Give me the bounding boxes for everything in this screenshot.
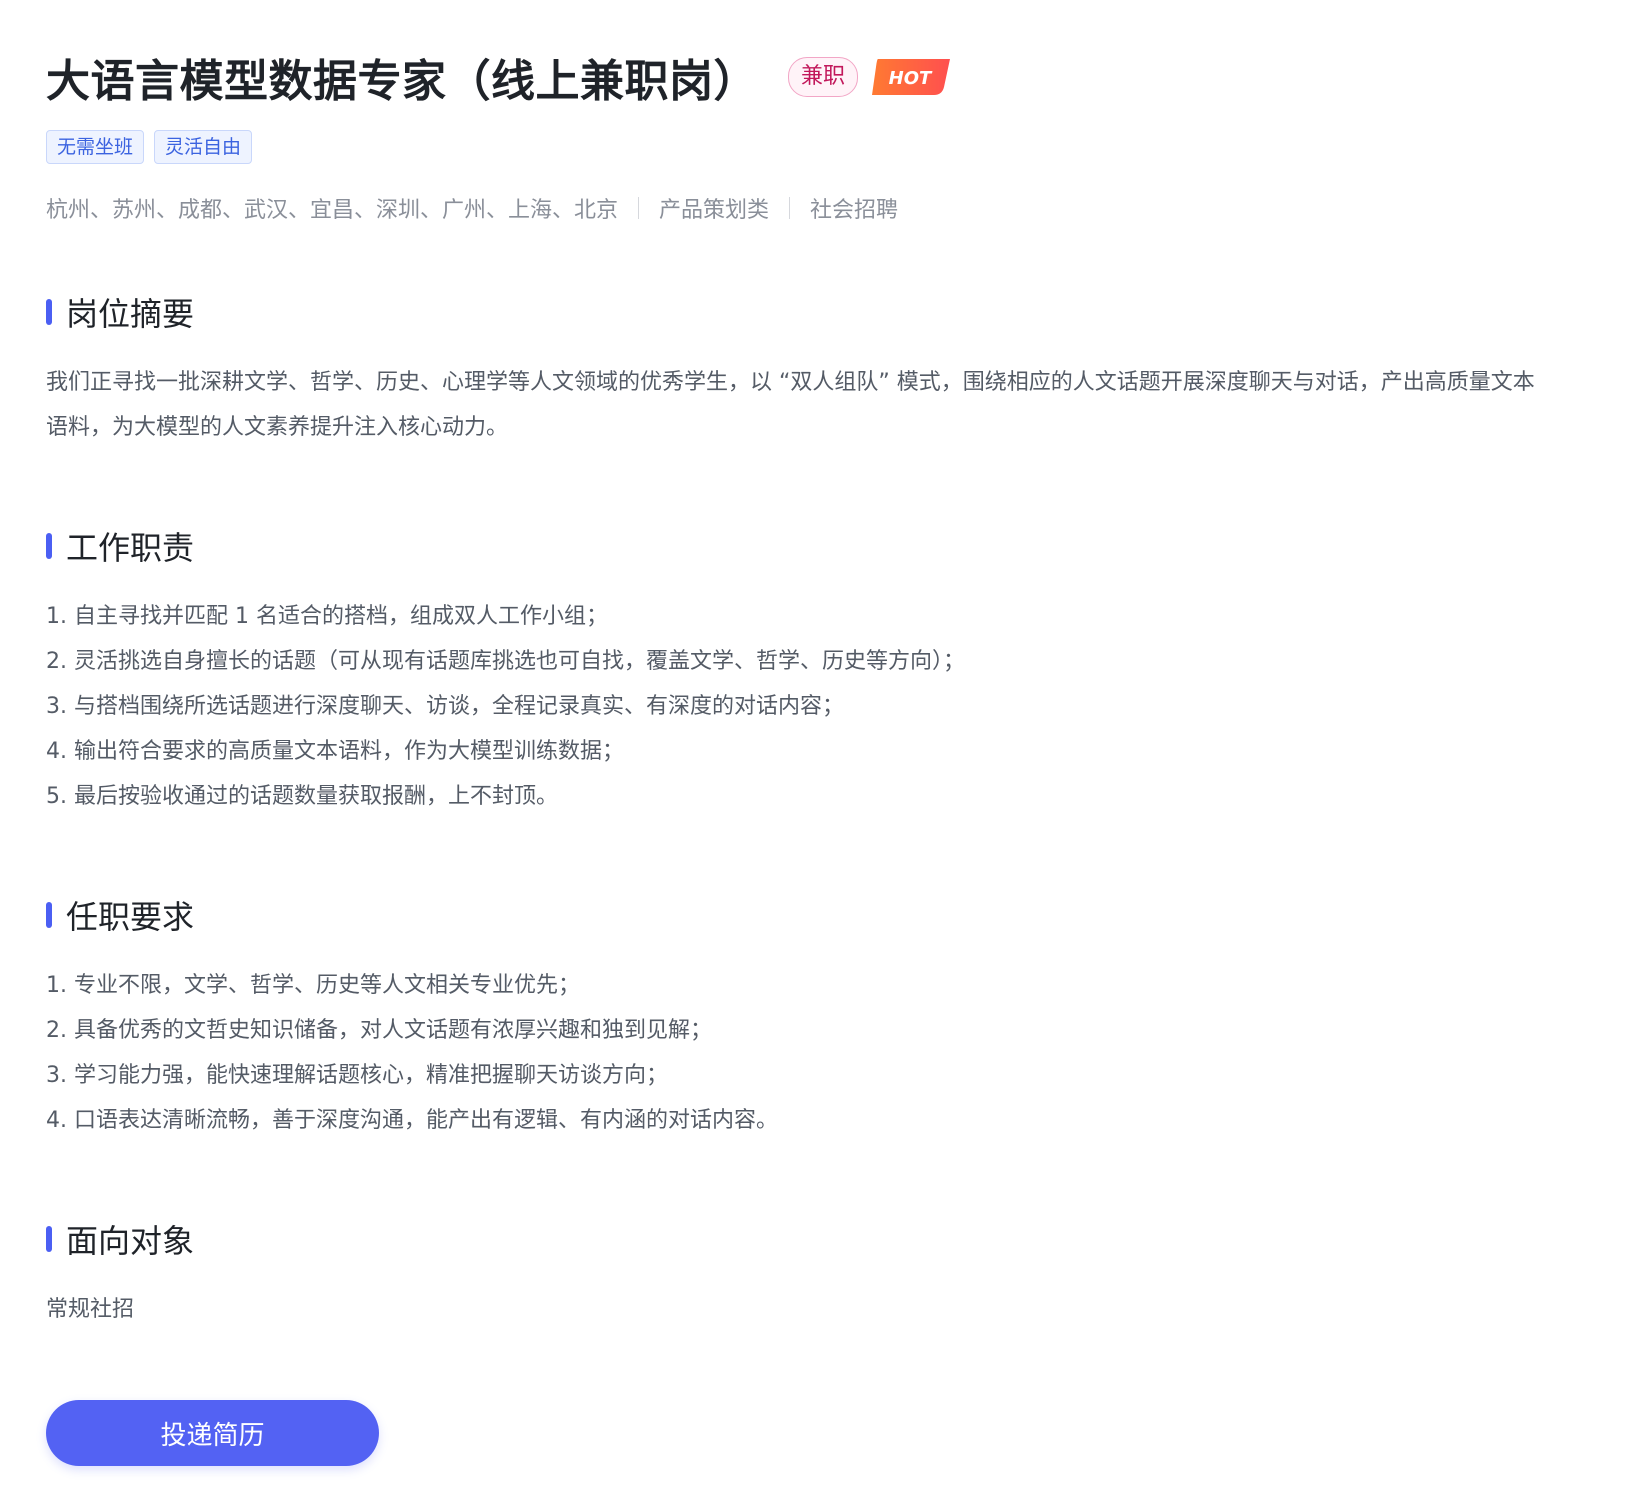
- duties-list: 1. 自主寻找并匹配 1 名适合的搭档，组成双人工作小组； 2. 灵活挑选自身擅…: [46, 594, 1556, 819]
- audience-text: 常规社招: [46, 1297, 135, 1322]
- meta-divider: [638, 197, 640, 219]
- job-detail-page: 大语言模型数据专家（线上兼职岗） 兼职 HOT 无需坐班 灵活自由 杭州、苏州、…: [0, 0, 1581, 1466]
- section-accent-bar: [46, 299, 52, 325]
- section-title: 岗位摘要: [66, 295, 195, 333]
- requirements-list: 1. 专业不限，文学、哲学、历史等人文相关专业优先； 2. 具备优秀的文哲史知识…: [46, 963, 1556, 1143]
- tags-row: 无需坐班 灵活自由: [46, 130, 1581, 164]
- hot-badge-label: HOT: [889, 68, 933, 89]
- parttime-badge: 兼职: [788, 57, 859, 97]
- section-summary: 岗位摘要 我们正寻找一批深耕文学、哲学、历史、心理学等人文领域的优秀学生，以 “…: [46, 290, 1581, 450]
- section-duties: 工作职责 1. 自主寻找并匹配 1 名适合的搭档，组成双人工作小组； 2. 灵活…: [46, 524, 1581, 819]
- tag-flexible: 灵活自由: [154, 130, 253, 164]
- meta-divider: [789, 197, 791, 219]
- section-heading: 任职要求: [46, 893, 1581, 937]
- section-heading: 岗位摘要: [46, 290, 1581, 334]
- tag-no-office: 无需坐班: [46, 130, 145, 164]
- job-meta: 杭州、苏州、成都、武汉、宜昌、深圳、广州、上海、北京 产品策划类 社会招聘: [46, 192, 1581, 224]
- hot-badge: HOT: [872, 59, 951, 95]
- apply-resume-button[interactable]: 投递简历: [46, 1400, 379, 1466]
- section-accent-bar: [46, 1226, 52, 1252]
- section-accent-bar: [46, 533, 52, 559]
- job-locations: 杭州、苏州、成都、武汉、宜昌、深圳、广州、上海、北京: [46, 198, 619, 223]
- section-requirements: 任职要求 1. 专业不限，文学、哲学、历史等人文相关专业优先； 2. 具备优秀的…: [46, 893, 1581, 1143]
- section-accent-bar: [46, 902, 52, 928]
- section-body: 1. 自主寻找并匹配 1 名适合的搭档，组成双人工作小组； 2. 灵活挑选自身擅…: [46, 594, 1556, 819]
- section-body: 我们正寻找一批深耕文学、哲学、历史、心理学等人文领域的优秀学生，以 “双人组队”…: [46, 360, 1556, 450]
- list-item: 3. 学习能力强，能快速理解话题核心，精准把握聊天访谈方向；: [46, 1063, 668, 1088]
- section-body: 常规社招: [46, 1287, 1556, 1332]
- section-body: 1. 专业不限，文学、哲学、历史等人文相关专业优先； 2. 具备优秀的文哲史知识…: [46, 963, 1556, 1143]
- section-heading: 面向对象: [46, 1217, 1581, 1261]
- summary-text: 我们正寻找一批深耕文学、哲学、历史、心理学等人文领域的优秀学生，以 “双人组队”…: [46, 370, 1535, 440]
- list-item: 1. 专业不限，文学、哲学、历史等人文相关专业优先；: [46, 973, 580, 998]
- list-item: 2. 灵活挑选自身擅长的话题（可从现有话题库挑选也可自找，覆盖文学、哲学、历史等…: [46, 649, 965, 674]
- section-title: 任职要求: [66, 898, 195, 936]
- job-category: 产品策划类: [659, 198, 770, 223]
- section-audience: 面向对象 常规社招: [46, 1217, 1581, 1332]
- list-item: 4. 口语表达清晰流畅，善于深度沟通，能产出有逻辑、有内涵的对话内容。: [46, 1108, 778, 1133]
- job-recruit-type: 社会招聘: [810, 198, 899, 223]
- list-item: 4. 输出符合要求的高质量文本语料，作为大模型训练数据；: [46, 739, 624, 764]
- list-item: 5. 最后按验收通过的话题数量获取报酬，上不封顶。: [46, 784, 558, 809]
- hot-badge-icon: HOT: [872, 59, 951, 95]
- list-item: 3. 与搭档围绕所选话题进行深度聊天、访谈，全程记录真实、有深度的对话内容；: [46, 694, 844, 719]
- job-title: 大语言模型数据专家（线上兼职岗）: [46, 56, 758, 107]
- list-item: 2. 具备优秀的文哲史知识储备，对人文话题有浓厚兴趣和独到见解；: [46, 1018, 712, 1043]
- title-row: 大语言模型数据专家（线上兼职岗） 兼职 HOT: [46, 46, 1581, 108]
- section-title: 面向对象: [66, 1222, 195, 1260]
- section-heading: 工作职责: [46, 524, 1581, 568]
- section-title: 工作职责: [66, 529, 195, 567]
- list-item: 1. 自主寻找并匹配 1 名适合的搭档，组成双人工作小组；: [46, 604, 608, 629]
